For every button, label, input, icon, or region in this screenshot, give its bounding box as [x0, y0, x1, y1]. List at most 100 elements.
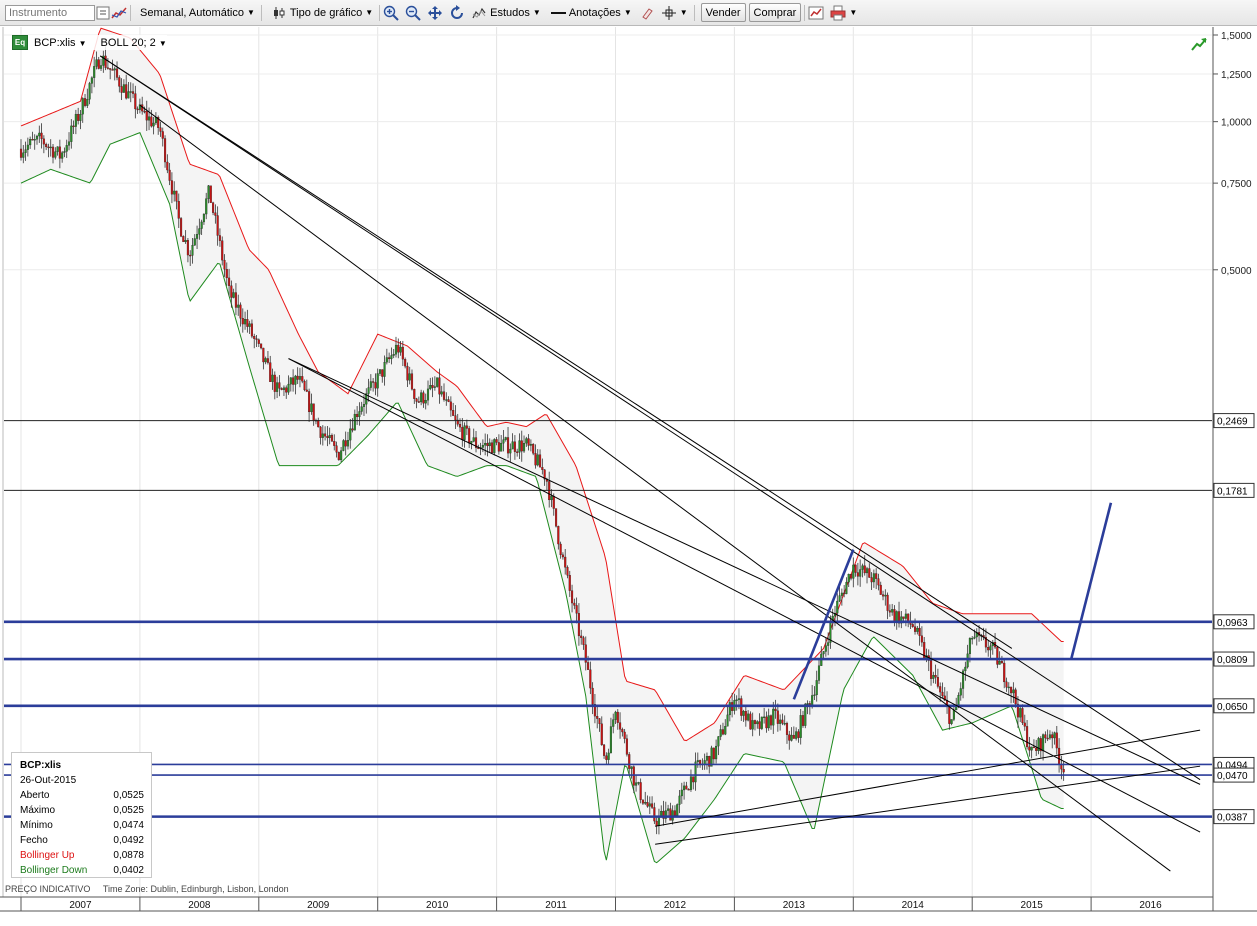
candle-body: [529, 444, 532, 446]
year-tick-label: 2007: [69, 900, 92, 911]
candle-body: [225, 269, 228, 279]
candle-body: [1053, 732, 1056, 739]
candle-body: [721, 729, 725, 735]
candle-body: [806, 703, 809, 705]
annotations-dropdown[interactable]: Anotações ▼: [547, 4, 635, 22]
candle-body: [189, 254, 192, 257]
price-tick-label: 1,5000: [1221, 31, 1252, 42]
candle-body: [358, 411, 361, 418]
level-label: 0,0650: [1217, 702, 1248, 713]
trend-arrow-icon[interactable]: [1190, 36, 1208, 55]
year-tick-label: 2011: [545, 900, 567, 911]
instrument-lookup-icon[interactable]: [95, 5, 111, 21]
trend-line[interactable]: [99, 55, 1013, 649]
instrument-input[interactable]: [5, 4, 95, 21]
candle-body: [1032, 746, 1035, 749]
candle-body: [952, 709, 955, 720]
price-chart[interactable]: 0,24690,17810,09630,08090,06500,04940,04…: [0, 27, 1257, 926]
candle-body: [266, 358, 269, 363]
candle-body: [1023, 722, 1026, 727]
candle-body: [38, 132, 41, 137]
candle-body: [500, 442, 503, 452]
candle-body: [246, 319, 249, 327]
sell-button[interactable]: Vender: [700, 3, 746, 22]
candle-body: [783, 722, 786, 725]
candle-body: [811, 695, 814, 706]
candle-body: [54, 151, 57, 158]
chart-type-dropdown[interactable]: Tipo de gráfico ▼: [268, 4, 376, 22]
candle-body: [388, 357, 391, 360]
period-dropdown[interactable]: Semanal, Automático ▼: [137, 4, 258, 22]
candle-body: [792, 734, 795, 739]
candle-body: [852, 564, 855, 579]
candle-body: [632, 766, 635, 786]
legend-indicator[interactable]: BOLL 20; 2 ▼: [101, 37, 167, 49]
trend-line[interactable]: [288, 358, 1201, 833]
candle-body: [865, 568, 869, 574]
candle-body: [712, 747, 715, 760]
zoom-in-icon[interactable]: [383, 5, 399, 21]
candle-body: [328, 435, 331, 439]
candle-body: [481, 445, 484, 448]
toolbar-separator: [260, 4, 262, 21]
candle-body: [705, 756, 709, 761]
candle-body: [136, 108, 139, 111]
candle-body: [765, 716, 768, 729]
studies-dropdown[interactable]: Estudos ▼: [468, 4, 544, 22]
legend-indicator-label: BOLL 20; 2: [100, 36, 156, 49]
candle-body: [989, 645, 992, 651]
candle-body: [93, 66, 96, 78]
buy-button[interactable]: Comprar: [748, 3, 802, 22]
candle-body: [122, 84, 125, 93]
info-row-open: Aberto 0,0525: [20, 788, 144, 803]
candle-body: [774, 708, 777, 711]
candle-body: [426, 388, 430, 401]
data-info-panel: BCP:xlis 26-Out-2015 Aberto 0,0525 Máxim…: [11, 752, 152, 878]
chart-export-icon[interactable]: [808, 5, 824, 21]
pan-icon[interactable]: [427, 5, 443, 21]
candle-body: [744, 711, 747, 721]
candle-body: [180, 218, 183, 237]
candle-body: [317, 419, 320, 428]
candle-body: [781, 719, 784, 724]
candle-body: [939, 686, 942, 693]
candle-body: [1003, 662, 1006, 683]
print-dropdown[interactable]: ▼: [827, 4, 860, 22]
timezone-note: Time Zone: Dublin, Edinburgh, Lisbon, Lo…: [102, 884, 289, 894]
candle-body: [143, 110, 146, 113]
candle-body: [99, 65, 103, 69]
zoom-out-icon[interactable]: [405, 5, 421, 21]
legend-instrument[interactable]: BCP:xlis ▼: [34, 37, 87, 49]
candle-body: [218, 235, 221, 241]
candle-body: [532, 444, 535, 454]
candle-body: [648, 803, 651, 807]
candle-body: [381, 369, 384, 377]
candle-body: [941, 691, 944, 697]
compare-icon[interactable]: [111, 5, 127, 21]
studies-label: Estudos: [490, 6, 530, 19]
eraser-icon[interactable]: [639, 5, 655, 21]
info-label: Bollinger Down: [20, 865, 88, 876]
candle-body: [145, 111, 148, 121]
candle-body: [767, 715, 770, 729]
toolbar-separator: [693, 4, 695, 21]
candle-body: [484, 442, 487, 446]
info-label: Máximo: [20, 805, 56, 816]
candle-body: [801, 715, 805, 726]
candle-body: [1030, 746, 1033, 751]
candle-body: [696, 760, 699, 763]
candle-body: [571, 590, 574, 604]
crosshair-dropdown[interactable]: ▼: [658, 4, 691, 22]
candle-body: [872, 573, 875, 583]
candle-body: [879, 584, 882, 595]
candle-body: [628, 754, 631, 769]
candle-body: [289, 377, 292, 385]
candle-body: [561, 554, 564, 558]
reset-icon[interactable]: [449, 4, 465, 21]
candle-body: [1000, 660, 1003, 664]
candle-body: [198, 228, 201, 235]
annotations-label: Anotações: [568, 6, 621, 19]
candle-body: [564, 556, 567, 568]
equity-badge: Eq: [12, 35, 28, 50]
candle-body: [442, 391, 446, 400]
